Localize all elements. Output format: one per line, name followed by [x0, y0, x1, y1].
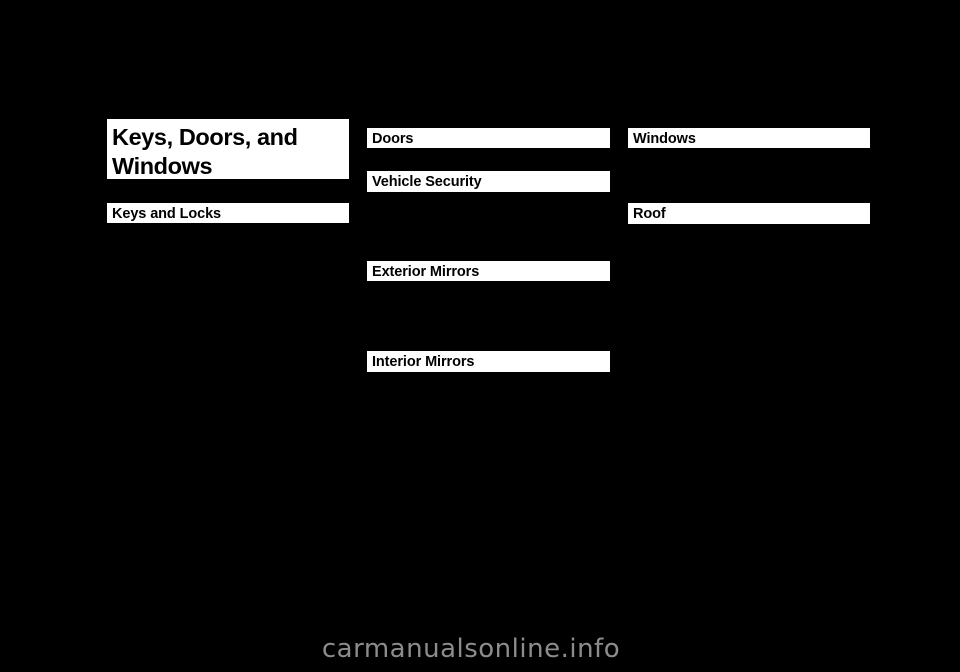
footer: carmanualsonline.info: [0, 634, 960, 664]
section-heading-label: Exterior Mirrors: [372, 264, 480, 280]
section-heading-keys-and-locks[interactable]: Keys and Locks: [107, 203, 349, 223]
site-watermark: carmanualsonline.info: [321, 634, 621, 664]
section-heading-label: Vehicle Security: [372, 174, 482, 190]
section-heading-label: Windows: [633, 131, 696, 147]
column-left: Keys, Doors, and Windows Keys and Locks: [107, 0, 349, 672]
section-heading-windows[interactable]: Windows: [628, 128, 870, 148]
section-heading-exterior-mirrors[interactable]: Exterior Mirrors: [367, 261, 610, 281]
section-heading-interior-mirrors[interactable]: Interior Mirrors: [367, 351, 610, 372]
section-heading-doors[interactable]: Doors: [367, 128, 610, 148]
column-middle: Doors Vehicle Security Exterior Mirrors …: [367, 0, 610, 672]
page-title: Keys, Doors, and Windows: [112, 124, 298, 179]
chapter-title-box: Keys, Doors, and Windows: [107, 119, 349, 179]
section-heading-label: Interior Mirrors: [372, 354, 475, 370]
manual-page: Keys, Doors, and Windows Keys and Locks …: [0, 0, 960, 672]
column-right: Windows Roof: [628, 0, 870, 672]
section-heading-roof[interactable]: Roof: [628, 203, 870, 224]
section-heading-label: Roof: [633, 206, 666, 222]
section-heading-label: Doors: [372, 131, 414, 147]
section-heading-label: Keys and Locks: [112, 206, 222, 222]
section-heading-vehicle-security[interactable]: Vehicle Security: [367, 171, 610, 192]
